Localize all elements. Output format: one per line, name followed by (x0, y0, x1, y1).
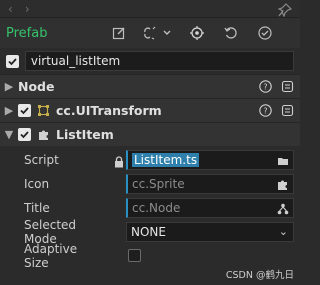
help-icon[interactable]: ? (258, 79, 272, 93)
help-icon[interactable]: ? (258, 103, 272, 117)
title-field-placeholder: cc.Node (132, 201, 181, 215)
watermark: CSDN @鹤九日 (225, 270, 294, 281)
selected-mode-select[interactable]: NONE ⌄ (126, 222, 294, 242)
prop-icon-label: Icon (24, 177, 50, 191)
uitransform-enabled-checkbox[interactable] (18, 104, 31, 117)
inspector-panel: ‹ › Prefab virtual_listItem ▶ Node ? ▶ c… (0, 0, 300, 285)
section-node-title: Node (18, 79, 55, 94)
prop-script: Script ListItem.ts (0, 148, 300, 172)
prop-adaptive-size: Adaptive Size (0, 242, 300, 270)
edit-icon (112, 27, 125, 40)
forward-arrow-icon[interactable]: › (25, 2, 30, 16)
settings-icon[interactable] (280, 79, 294, 93)
section-uitransform-title: cc.UITransform (56, 103, 162, 118)
adaptive-size-checkbox[interactable] (128, 249, 141, 262)
section-listitem-title: ListItem (56, 127, 114, 142)
apply-prefab-button[interactable] (250, 22, 280, 44)
lock-icon (114, 153, 124, 168)
revert-icon (224, 27, 237, 39)
chevron-down-icon[interactable]: ⌄ (279, 223, 288, 241)
back-arrow-icon[interactable]: ‹ (8, 2, 13, 16)
svg-text:?: ? (263, 82, 267, 91)
edit-prefab-button[interactable] (104, 22, 134, 44)
prop-title-label: Title (24, 201, 50, 215)
section-uitransform[interactable]: ▶ cc.UITransform ? (0, 98, 300, 122)
folder-icon[interactable] (277, 154, 289, 166)
svg-text:?: ? (263, 106, 267, 115)
section-node[interactable]: ▶ Node ? (0, 74, 300, 98)
settings-icon[interactable] (280, 103, 294, 117)
pin-icon[interactable] (277, 2, 293, 18)
prefab-label: Prefab (6, 25, 48, 41)
check-icon (20, 107, 29, 115)
puzzle-icon (37, 128, 50, 141)
prop-icon: Icon cc.Sprite (0, 172, 300, 196)
node-name-input[interactable]: virtual_listItem (24, 51, 294, 71)
unlink-prefab-button[interactable] (138, 22, 178, 44)
node-name-row: virtual_listItem (0, 48, 300, 74)
listitem-enabled-checkbox[interactable] (18, 128, 31, 141)
prop-script-label: Script (24, 153, 59, 167)
icon-asset-field[interactable]: cc.Sprite (126, 174, 294, 194)
script-asset-field[interactable]: ListItem.ts (126, 150, 294, 170)
check-icon (20, 131, 29, 139)
selected-mode-value: NONE (131, 225, 166, 239)
prefab-toolbar: Prefab (0, 18, 300, 48)
inspector-nav-bar: ‹ › (0, 0, 300, 18)
uitransform-icon (37, 104, 50, 117)
chevron-right-icon[interactable]: ▶ (0, 104, 18, 117)
chevron-right-icon[interactable]: ▶ (0, 80, 18, 93)
node-tree-icon[interactable] (277, 202, 289, 215)
node-active-checkbox[interactable] (6, 54, 19, 68)
icon-field-placeholder: cc.Sprite (132, 177, 185, 191)
prop-title: Title cc.Node (0, 196, 300, 220)
chevron-down-icon[interactable]: ▼ (0, 128, 18, 141)
check-circle-icon (258, 26, 272, 40)
revert-prefab-button[interactable] (216, 22, 246, 44)
check-icon (8, 57, 17, 65)
target-icon (190, 26, 204, 40)
script-value: ListItem.ts (132, 153, 200, 167)
listitem-properties: Script ListItem.ts Icon cc.Sprite Title … (0, 146, 300, 270)
prop-selected-mode: Selected Mode NONE ⌄ (0, 218, 300, 246)
title-node-field[interactable]: cc.Node (126, 198, 294, 218)
puzzle-icon[interactable] (277, 178, 289, 190)
section-listitem[interactable]: ▼ ListItem (0, 122, 300, 146)
prop-adaptive-size-label: Adaptive Size (24, 242, 78, 270)
unlink-icon (144, 26, 171, 40)
locate-prefab-button[interactable] (182, 22, 212, 44)
